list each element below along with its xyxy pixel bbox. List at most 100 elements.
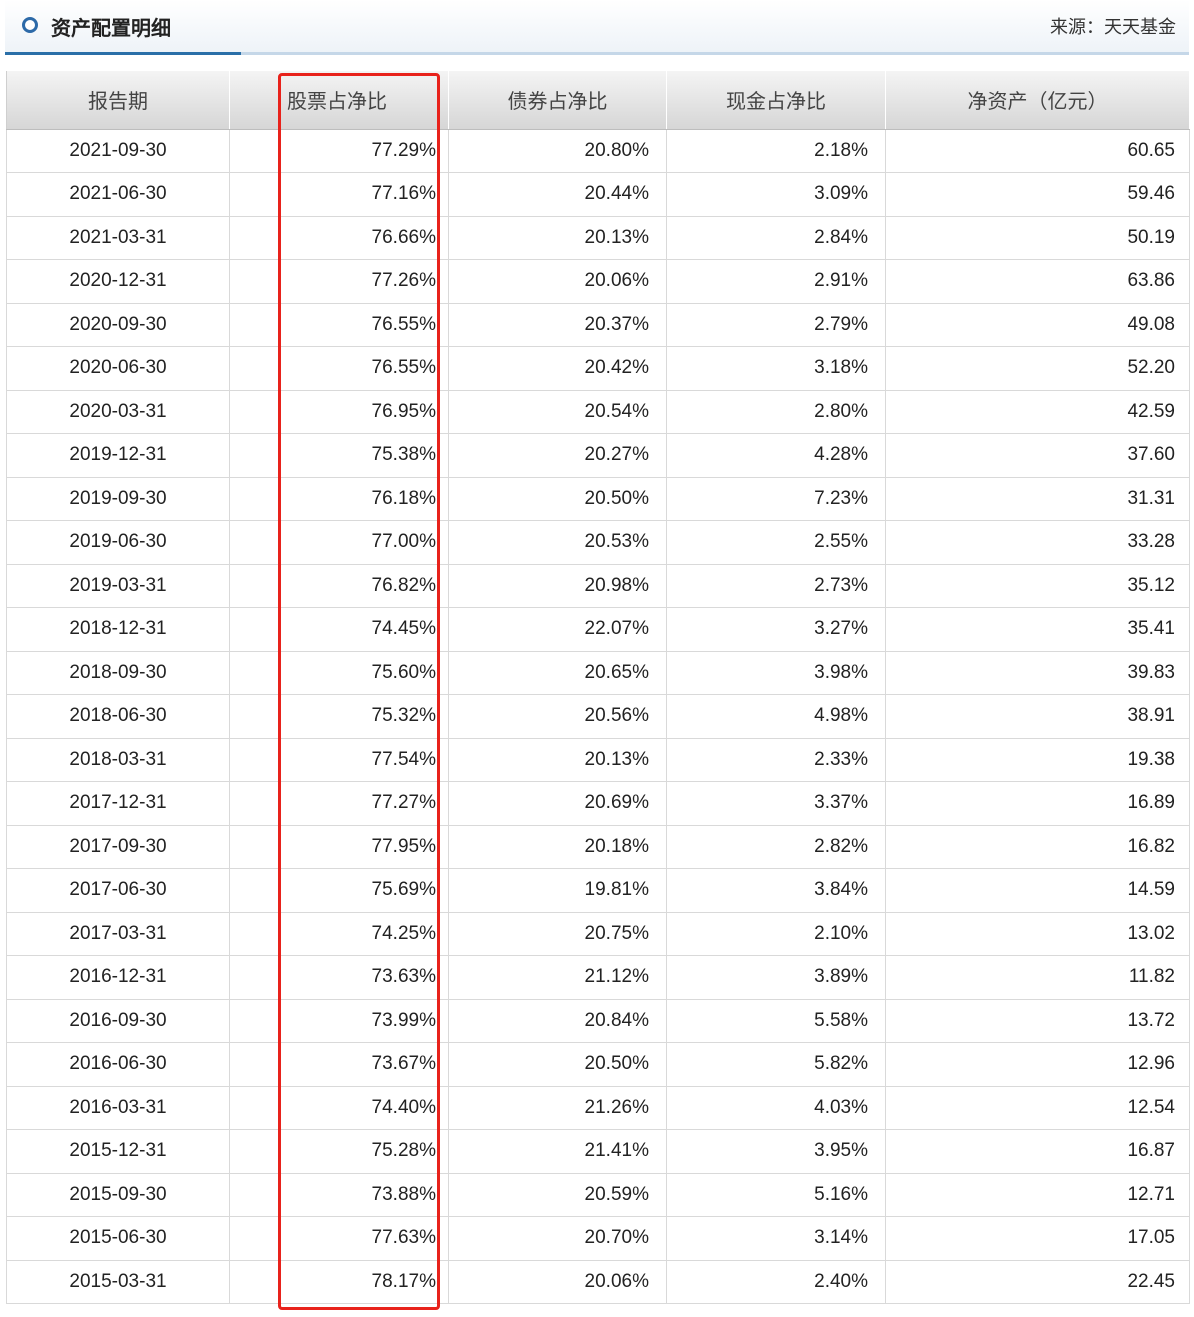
net-assets-cell: 35.41 (885, 607, 1190, 652)
table-row: 2019-09-30 76.18% 20.50% 7.23% 31.31 (6, 477, 1190, 521)
cash-ratio-cell: 3.27% (666, 607, 886, 652)
cash-ratio-cell: 2.80% (666, 390, 886, 434)
column-header-net-assets[interactable]: 净资产（亿元） (885, 71, 1190, 130)
cash-ratio-cell: 2.91% (666, 259, 886, 304)
cash-ratio-cell: 5.58% (666, 999, 886, 1043)
table-row: 2019-06-30 77.00% 20.53% 2.55% 33.28 (6, 520, 1190, 565)
stock-ratio-cell: 76.66% (229, 216, 449, 260)
data-source-label: 来源：天天基金 (1050, 17, 1176, 38)
column-header-stock-ratio[interactable]: 股票占净比 (229, 71, 449, 130)
column-header-report-date[interactable]: 报告期 (6, 71, 230, 130)
report-date-cell: 2016-12-31 (6, 955, 230, 1000)
bond-ratio-cell: 20.13% (448, 216, 667, 260)
bond-ratio-cell: 20.80% (448, 129, 667, 173)
cash-ratio-cell: 2.82% (666, 825, 886, 869)
table-row: 2021-09-30 77.29% 20.80% 2.18% 60.65 (6, 129, 1190, 173)
stock-ratio-cell: 77.54% (229, 738, 449, 782)
stock-ratio-cell: 76.95% (229, 390, 449, 434)
bond-ratio-cell: 20.37% (448, 303, 667, 347)
stock-ratio-cell: 76.18% (229, 477, 449, 521)
bond-ratio-cell: 20.84% (448, 999, 667, 1043)
table-row: 2016-06-30 73.67% 20.50% 5.82% 12.96 (6, 1042, 1190, 1087)
stock-ratio-cell: 75.28% (229, 1129, 449, 1174)
bond-ratio-cell: 22.07% (448, 607, 667, 652)
report-date-cell: 2018-06-30 (6, 694, 230, 739)
bond-ratio-cell: 20.44% (448, 172, 667, 217)
net-assets-cell: 12.96 (885, 1042, 1190, 1087)
report-date-cell: 2021-03-31 (6, 216, 230, 260)
cash-ratio-cell: 3.37% (666, 781, 886, 826)
report-date-cell: 2019-06-30 (6, 520, 230, 565)
net-assets-cell: 11.82 (885, 955, 1190, 1000)
table-row: 2021-06-30 77.16% 20.44% 3.09% 59.46 (6, 172, 1190, 217)
net-assets-cell: 13.72 (885, 999, 1190, 1043)
circle-bullet-icon (22, 17, 38, 33)
cash-ratio-cell: 2.18% (666, 129, 886, 173)
stock-ratio-cell: 75.69% (229, 868, 449, 913)
cash-ratio-cell: 3.18% (666, 346, 886, 391)
stock-ratio-cell: 78.17% (229, 1260, 449, 1304)
table-row: 2015-06-30 77.63% 20.70% 3.14% 17.05 (6, 1216, 1190, 1261)
cash-ratio-cell: 2.10% (666, 912, 886, 956)
table-row: 2020-09-30 76.55% 20.37% 2.79% 49.08 (6, 303, 1190, 347)
stock-ratio-cell: 77.27% (229, 781, 449, 826)
bond-ratio-cell: 21.26% (448, 1086, 667, 1130)
net-assets-cell: 63.86 (885, 259, 1190, 304)
column-header-cash-ratio[interactable]: 现金占净比 (666, 71, 886, 130)
cash-ratio-cell: 3.14% (666, 1216, 886, 1261)
table-row: 2017-12-31 77.27% 20.69% 3.37% 16.89 (6, 781, 1190, 826)
stock-ratio-cell: 77.00% (229, 520, 449, 565)
stock-ratio-cell: 76.55% (229, 303, 449, 347)
stock-ratio-cell: 73.63% (229, 955, 449, 1000)
net-assets-cell: 16.89 (885, 781, 1190, 826)
net-assets-cell: 52.20 (885, 346, 1190, 391)
table-row: 2018-12-31 74.45% 22.07% 3.27% 35.41 (6, 607, 1190, 652)
bond-ratio-cell: 20.54% (448, 390, 667, 434)
report-date-cell: 2018-03-31 (6, 738, 230, 782)
section-title: 资产配置明细 (51, 16, 171, 40)
stock-ratio-cell: 77.16% (229, 172, 449, 217)
table-row: 2016-03-31 74.40% 21.26% 4.03% 12.54 (6, 1086, 1190, 1130)
table-row: 2016-12-31 73.63% 21.12% 3.89% 11.82 (6, 955, 1190, 1000)
report-date-cell: 2021-09-30 (6, 129, 230, 173)
stock-ratio-cell: 77.26% (229, 259, 449, 304)
bond-ratio-cell: 20.65% (448, 651, 667, 695)
column-header-bond-ratio[interactable]: 债券占净比 (448, 71, 667, 130)
cash-ratio-cell: 5.82% (666, 1042, 886, 1087)
report-date-cell: 2017-03-31 (6, 912, 230, 956)
net-assets-cell: 33.28 (885, 520, 1190, 565)
cash-ratio-cell: 2.79% (666, 303, 886, 347)
net-assets-cell: 22.45 (885, 1260, 1190, 1304)
net-assets-cell: 31.31 (885, 477, 1190, 521)
report-date-cell: 2020-12-31 (6, 259, 230, 304)
table-row: 2018-03-31 77.54% 20.13% 2.33% 19.38 (6, 738, 1190, 782)
table-row: 2021-03-31 76.66% 20.13% 2.84% 50.19 (6, 216, 1190, 260)
report-date-cell: 2016-09-30 (6, 999, 230, 1043)
bond-ratio-cell: 19.81% (448, 868, 667, 913)
report-date-cell: 2020-09-30 (6, 303, 230, 347)
report-date-cell: 2015-12-31 (6, 1129, 230, 1174)
cash-ratio-cell: 4.03% (666, 1086, 886, 1130)
table-header-row: 报告期 股票占净比 债券占净比 现金占净比 净资产（亿元） (6, 71, 1190, 130)
net-assets-cell: 16.82 (885, 825, 1190, 869)
net-assets-cell: 39.83 (885, 651, 1190, 695)
stock-ratio-cell: 74.25% (229, 912, 449, 956)
stock-ratio-cell: 77.29% (229, 129, 449, 173)
table-row: 2020-12-31 77.26% 20.06% 2.91% 63.86 (6, 259, 1190, 304)
table-row: 2016-09-30 73.99% 20.84% 5.58% 13.72 (6, 999, 1190, 1043)
net-assets-cell: 49.08 (885, 303, 1190, 347)
net-assets-cell: 35.12 (885, 564, 1190, 608)
report-date-cell: 2015-06-30 (6, 1216, 230, 1261)
stock-ratio-cell: 75.32% (229, 694, 449, 739)
stock-ratio-cell: 73.99% (229, 999, 449, 1043)
stock-ratio-cell: 74.40% (229, 1086, 449, 1130)
report-date-cell: 2017-12-31 (6, 781, 230, 826)
table-row: 2020-03-31 76.95% 20.54% 2.80% 42.59 (6, 390, 1190, 434)
stock-ratio-cell: 77.63% (229, 1216, 449, 1261)
cash-ratio-cell: 7.23% (666, 477, 886, 521)
bond-ratio-cell: 20.50% (448, 477, 667, 521)
bond-ratio-cell: 20.06% (448, 259, 667, 304)
bond-ratio-cell: 20.53% (448, 520, 667, 565)
cash-ratio-cell: 2.84% (666, 216, 886, 260)
table-row: 2019-12-31 75.38% 20.27% 4.28% 37.60 (6, 433, 1190, 478)
